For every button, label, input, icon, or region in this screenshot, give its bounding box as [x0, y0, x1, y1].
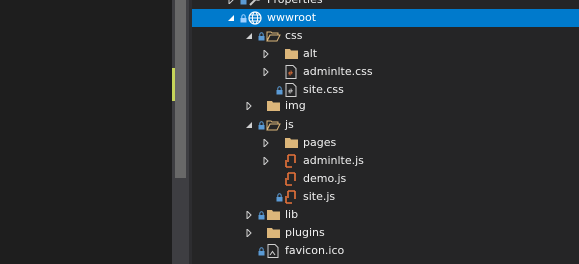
tree-item-label: js: [285, 118, 294, 131]
tree-item-label: demo.js: [303, 172, 347, 185]
lock-icon: [275, 188, 283, 206]
tree-item-label: Properties: [267, 0, 323, 9]
folder-icon: [265, 206, 281, 224]
lock-icon: [257, 27, 265, 45]
tree-item-label: adminlte.css: [303, 65, 373, 78]
editor-pane: [0, 0, 172, 264]
tree-item-plugins[interactable]: plugins: [192, 224, 579, 242]
svg-text:#: #: [288, 88, 294, 96]
chevron-down-icon[interactable]: [244, 116, 254, 134]
wrench-icon: [247, 0, 263, 9]
tree-item-label: lib: [285, 208, 299, 221]
tree-item-label: img: [285, 99, 306, 112]
tree-item-alt[interactable]: alt: [192, 45, 579, 63]
tree-item-site-js[interactable]: site.js: [192, 188, 579, 206]
tree-item-demo-js[interactable]: demo.js: [192, 170, 579, 188]
chevron-right-icon[interactable]: [226, 0, 236, 9]
folder-open-icon: [265, 27, 281, 45]
tree-item-adminlte-js[interactable]: adminlte.js: [192, 152, 579, 170]
chevron-right-icon[interactable]: [244, 206, 254, 224]
folder-icon: [265, 97, 281, 115]
folder-icon: [265, 224, 281, 242]
tree-item-css[interactable]: css: [192, 27, 579, 45]
tree-item-label: adminlte.js: [303, 154, 364, 167]
globe-icon: [247, 9, 263, 27]
tree-item-label: pages: [303, 136, 337, 149]
lock-icon: [257, 242, 265, 260]
scrollbar-thumb[interactable]: [175, 0, 186, 178]
tree-item-js[interactable]: js: [192, 116, 579, 134]
chevron-right-icon[interactable]: [261, 134, 271, 152]
tree-item-img[interactable]: img: [192, 97, 579, 115]
chevron-down-icon[interactable]: [244, 27, 254, 45]
svg-text:#: #: [288, 70, 294, 78]
tree-item-lib[interactable]: lib: [192, 206, 579, 224]
tree-item-pages[interactable]: pages: [192, 134, 579, 152]
tree-item-properties[interactable]: Properties: [192, 0, 579, 9]
tree-item-label: css: [285, 29, 303, 42]
lock-icon: [239, 9, 247, 27]
folder-open-icon: [265, 116, 281, 134]
chevron-right-icon[interactable]: [261, 45, 271, 63]
tree-item-favicon[interactable]: favicon.ico: [192, 242, 579, 260]
folder-icon: [283, 45, 299, 63]
js-file-icon: [283, 152, 299, 170]
chevron-down-icon[interactable]: [226, 9, 236, 27]
tree-item-label: site.js: [303, 190, 336, 203]
lock-icon: [257, 206, 265, 224]
chevron-right-icon[interactable]: [261, 63, 271, 81]
image-file-icon: [265, 242, 281, 260]
tree-item-label: wwwroot: [267, 11, 317, 24]
chevron-right-icon[interactable]: [244, 97, 254, 115]
css-file-icon: #: [283, 63, 299, 81]
tree-item-wwwroot[interactable]: wwwroot: [192, 9, 579, 27]
tree-item-label: favicon.ico: [285, 244, 345, 257]
tree-item-label: alt: [303, 47, 318, 60]
tree-item-label: plugins: [285, 226, 325, 239]
chevron-right-icon[interactable]: [261, 152, 271, 170]
solution-explorer-tree: Properties wwwroot css: [192, 0, 579, 264]
lock-icon: [239, 0, 247, 9]
change-marker: [172, 68, 175, 101]
js-file-icon: [283, 170, 299, 188]
tree-item-adminlte-css[interactable]: # adminlte.css: [192, 63, 579, 81]
chevron-right-icon[interactable]: [244, 224, 254, 242]
folder-icon: [283, 134, 299, 152]
editor-scrollbar[interactable]: [172, 0, 189, 264]
lock-icon: [257, 116, 265, 134]
js-file-icon: [283, 188, 299, 206]
